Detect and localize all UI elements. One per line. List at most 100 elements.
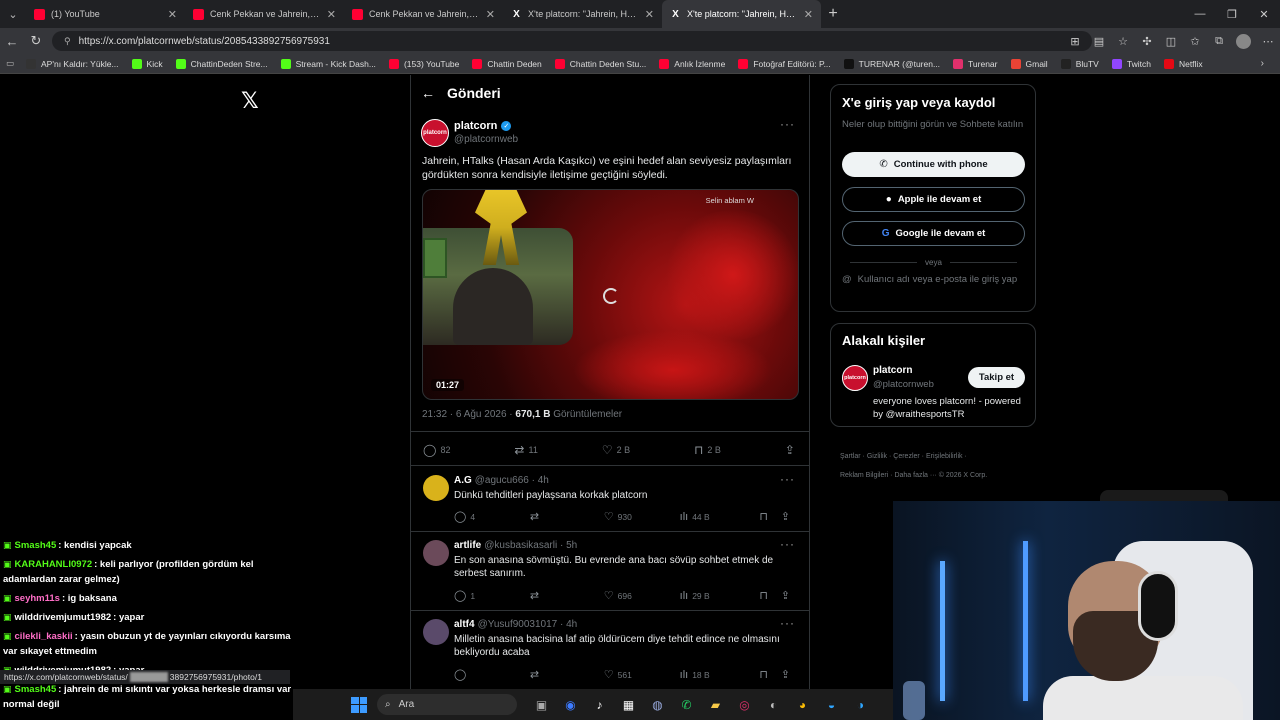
post-author-name[interactable]: platcorn ✓ — [454, 120, 512, 132]
reply-button[interactable]: ◯ — [454, 668, 530, 681]
reader-mode-icon[interactable]: ▤ — [1087, 35, 1111, 48]
post-avatar[interactable]: platcorn — [421, 119, 449, 147]
reply-avatar[interactable] — [423, 619, 449, 645]
bookmark-item[interactable]: Netflix — [1163, 58, 1203, 69]
bookmark-item[interactable]: Kick — [131, 58, 163, 69]
related-name[interactable]: platcorn — [873, 365, 912, 376]
reply-author[interactable]: A.G @agucu666 · 4h — [454, 475, 549, 486]
app-icon[interactable]: ◉ — [556, 698, 585, 712]
more-options-icon[interactable]: ··· — [780, 472, 795, 486]
new-tab-button[interactable]: + — [821, 5, 845, 23]
bookmark-button[interactable]: ⊓ — [759, 668, 780, 681]
extensions-icon[interactable]: ✣ — [1135, 35, 1159, 48]
maximize-icon[interactable]: ❐ — [1216, 8, 1248, 21]
profile-avatar[interactable] — [1236, 33, 1251, 49]
reading-list-icon[interactable]: ▭ — [6, 58, 26, 69]
like-button[interactable]: ♡ 696 — [604, 589, 680, 602]
bookmark-item[interactable]: (153) YouTube — [388, 58, 459, 69]
post-timestamp[interactable]: 21:32 · 6 Ağu 2026 · — [422, 409, 515, 420]
bookmark-item[interactable]: Chattin Deden Stu... — [554, 58, 646, 69]
whatsapp-icon[interactable]: ✆ — [672, 698, 701, 712]
share-button[interactable]: ⇪ — [781, 668, 794, 681]
epic-games-icon[interactable]: ▦ — [614, 698, 643, 712]
repost-button[interactable]: ⇄ — [530, 589, 604, 602]
reload-icon[interactable]: ↻ — [24, 33, 48, 49]
tab-search-icon[interactable]: ⌄ — [0, 0, 26, 28]
bookmark-item[interactable]: Chattin Deden — [472, 58, 542, 69]
bookmark-item[interactable]: Stream - Kick Dash... — [280, 58, 376, 69]
apple-login-button[interactable]: ● Apple ile devam et — [842, 187, 1025, 212]
bookmark-button[interactable]: ⊓ — [759, 510, 780, 523]
favorites-icon[interactable]: ✩ — [1183, 35, 1207, 48]
like-button[interactable]: ♡ 561 — [604, 668, 680, 681]
bookmarks-more-icon[interactable]: › — [1261, 58, 1264, 69]
repost-button[interactable]: ⇄ — [530, 510, 604, 523]
repost-button[interactable]: ⇄ 11 — [514, 443, 537, 457]
follow-button[interactable]: Takip et — [968, 367, 1025, 388]
bookmark-item[interactable]: Turenar — [953, 58, 998, 69]
app-icon[interactable]: ◑ — [846, 698, 875, 712]
bookmark-button[interactable]: ⊓ — [759, 589, 780, 602]
bookmark-item[interactable]: Anlık İzlenme — [659, 58, 725, 69]
post-video[interactable]: Selin ablam W 01:27 — [422, 189, 799, 400]
browser-tab-active[interactable]: XX'te platcorn: "Jahrein, HTalks (Has✕ — [662, 0, 821, 28]
related-handle[interactable]: @platcornweb — [873, 379, 934, 390]
edge-icon[interactable]: ◒ — [817, 698, 846, 712]
reply-author[interactable]: altf4 @Yusuf90031017 · 4h — [454, 619, 577, 630]
minimize-icon[interactable]: — — [1184, 8, 1216, 20]
like-button[interactable]: ♡ 2 B — [602, 443, 630, 457]
chrome-icon[interactable]: ◕ — [788, 698, 817, 712]
bookmark-item[interactable]: ChattinDeden Stre... — [175, 58, 268, 69]
reply-author[interactable]: artlife @kusbasikasarli · 5h — [454, 540, 577, 551]
views-button[interactable]: ılı 29 B — [680, 589, 760, 602]
footer-line[interactable]: Şartlar · Gizlilik · Çerezler · Erişileb… — [840, 447, 1030, 466]
more-options-icon[interactable]: ··· — [780, 537, 795, 551]
share-button[interactable]: ⇪ — [785, 443, 799, 457]
bookmark-item[interactable]: BluTV — [1060, 58, 1099, 69]
collections-icon[interactable]: ⧉ — [1207, 35, 1231, 48]
share-button[interactable]: ⇪ — [781, 589, 794, 602]
repost-button[interactable]: ⇄ — [530, 668, 604, 681]
google-login-button[interactable]: G Google ile devam et — [842, 221, 1025, 246]
browser-tab[interactable]: XX'te platcorn: "Jahrein, HTalks (Has✕ — [503, 0, 662, 28]
back-icon[interactable]: ← — [0, 34, 24, 49]
taskbar-search[interactable]: ⌕ Ara — [377, 694, 517, 715]
reply-button[interactable]: ◯ 4 — [454, 510, 530, 523]
continue-with-phone-button[interactable]: ✆ Continue with phone — [842, 152, 1025, 177]
task-view-icon[interactable]: ▣ — [527, 698, 556, 712]
bookmark-item[interactable]: Gmail — [1010, 58, 1048, 69]
folder-icon[interactable]: ▰ — [701, 698, 730, 712]
more-options-icon[interactable]: ··· — [780, 616, 795, 630]
bookmark-item[interactable]: AP'nı Kaldır: Yükle... — [26, 58, 119, 69]
instagram-icon[interactable]: ◎ — [730, 698, 759, 712]
bookmark-button[interactable]: ⊓ 2 B — [694, 443, 721, 457]
x-logo-icon[interactable]: 𝕏 — [241, 88, 259, 114]
browser-tab[interactable]: Cenk Pekkan ve Jahrein, canlı yayın✕ — [185, 0, 344, 28]
share-button[interactable]: ⇪ — [781, 510, 794, 523]
bookmark-item[interactable]: Twitch — [1111, 58, 1151, 69]
username-login-link[interactable]: @ Kullanıcı adı veya e-posta ile giriş ya… — [842, 273, 1027, 286]
steam-icon[interactable]: ◍ — [643, 698, 672, 712]
url-field[interactable]: ⚲ https://x.com/platcornweb/status/20854… — [52, 31, 1092, 51]
discord-icon[interactable]: ◐ — [759, 698, 788, 712]
related-avatar[interactable]: platcorn — [842, 365, 868, 391]
close-icon[interactable]: ✕ — [486, 8, 495, 21]
menu-dots-icon[interactable]: ⋯ — [1256, 35, 1280, 48]
tiktok-icon[interactable]: ♪ — [585, 698, 614, 712]
windows-start-icon[interactable] — [351, 696, 367, 713]
views-button[interactable]: ılı 44 B — [680, 510, 760, 523]
close-icon[interactable]: ✕ — [804, 8, 813, 21]
reply-avatar[interactable] — [423, 540, 449, 566]
views-button[interactable]: ılı 18 B — [680, 668, 760, 681]
more-options-icon[interactable]: ··· — [780, 117, 795, 131]
browser-tab[interactable]: Cenk Pekkan ve Jahrein, canlı yayın✕ — [344, 0, 503, 28]
split-screen-icon[interactable]: ◫ — [1159, 35, 1183, 48]
bookmark-item[interactable]: TURENAR (@turen... — [843, 58, 940, 69]
reply-button[interactable]: ◯ 82 — [423, 443, 450, 457]
close-icon[interactable]: ✕ — [327, 8, 336, 21]
post-author-handle[interactable]: @platcornweb — [454, 134, 518, 145]
bookmark-item[interactable]: Fotoğraf Editörü: P... — [738, 58, 831, 69]
reply-avatar[interactable] — [423, 475, 449, 501]
browser-tab[interactable]: (1) YouTube ✕ — [26, 0, 185, 28]
reply-button[interactable]: ◯ 1 — [454, 589, 530, 602]
